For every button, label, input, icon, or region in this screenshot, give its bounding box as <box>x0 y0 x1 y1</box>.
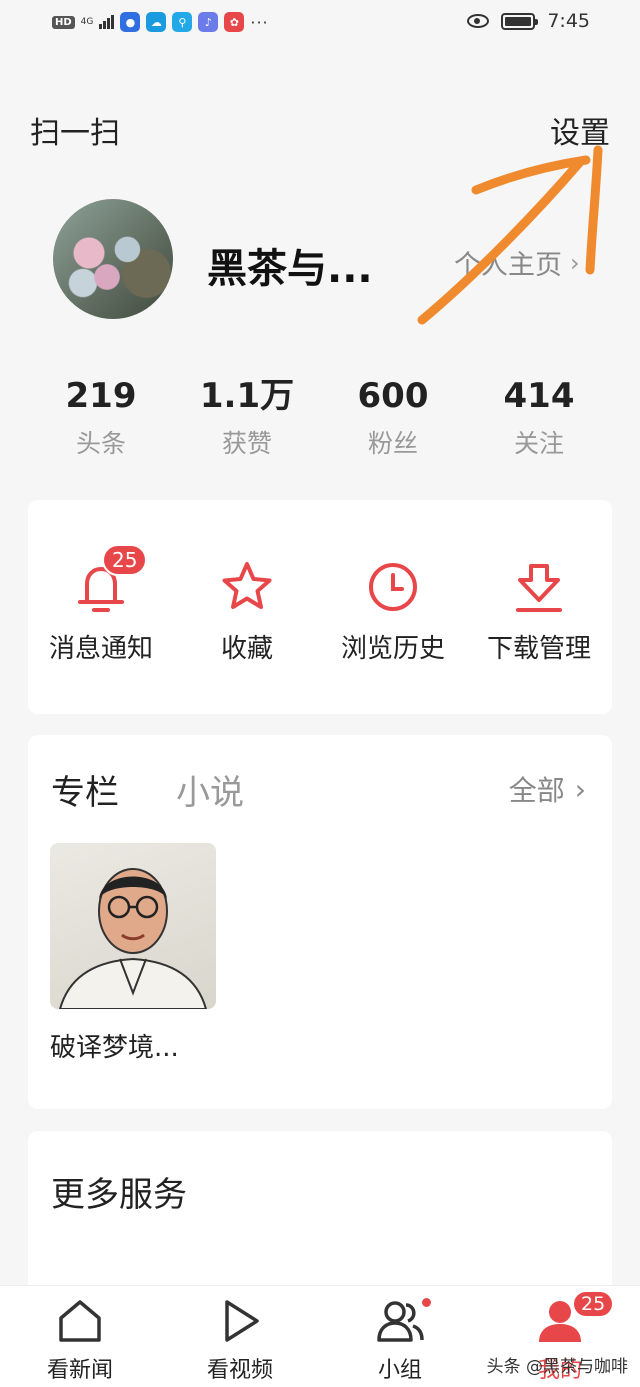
stat-label: 粉丝 <box>367 429 418 458</box>
stats-row: 219 头条 1.1万 获赞 600 粉丝 414 关注 <box>0 372 640 472</box>
watermark: 头条 @黑茶与咖啡 <box>486 1357 628 1377</box>
tool-label: 下载管理 <box>486 634 591 664</box>
huawei-app-icon: ✿ <box>224 12 245 32</box>
stat-likes[interactable]: 1.1万 获赞 <box>174 372 320 472</box>
tool-label: 消息通知 <box>48 634 153 664</box>
stat-fans[interactable]: 600 粉丝 <box>320 372 466 472</box>
weather-app-icon: ☁ <box>146 12 167 32</box>
book-cover[interactable] <box>50 843 216 1009</box>
stat-following[interactable]: 414 关注 <box>466 372 612 472</box>
more-services-title: 更多服务 <box>51 1175 187 1215</box>
play-icon <box>225 1300 259 1342</box>
tool-downloads[interactable]: 下载管理 <box>466 558 612 665</box>
column-card: 专栏 小说 全部 › 破译梦境... <box>28 735 612 1109</box>
tool-label: 收藏 <box>220 634 273 664</box>
group-red-dot <box>420 1296 433 1309</box>
home-icon <box>59 1300 101 1342</box>
stat-value: 219 <box>65 376 137 416</box>
nav-label: 小组 <box>377 1358 422 1383</box>
bulb-app-icon: ● <box>120 12 141 32</box>
annotation-arrow <box>417 145 603 325</box>
hd-indicator: HD <box>52 15 75 29</box>
stat-label: 关注 <box>513 429 564 458</box>
notification-badge: 25 <box>102 544 148 576</box>
tool-notifications[interactable]: 25 消息通知 <box>28 544 174 665</box>
avatar[interactable] <box>53 199 173 319</box>
nav-news[interactable]: 看新闻 <box>0 1286 160 1387</box>
stat-value: 600 <box>357 376 429 416</box>
tool-label: 浏览历史 <box>340 634 445 664</box>
nav-label: 看新闻 <box>46 1358 113 1383</box>
status-bar: HD 4G ● ☁ ⚲ ♪ ✿ ··· 7:45 <box>0 0 640 48</box>
network-type: 4G <box>80 16 94 27</box>
eye-comfort-icon <box>467 14 490 28</box>
tab-novel[interactable]: 小说 <box>176 765 244 814</box>
stat-label: 获赞 <box>221 429 272 458</box>
book-title[interactable]: 破译梦境... <box>50 1027 179 1064</box>
view-all-label: 全部 <box>508 774 565 807</box>
stat-value: 1.1万 <box>199 376 295 416</box>
search-app-icon: ⚲ <box>172 12 193 32</box>
tools-card: 25 消息通知 收藏 浏览历史 下载管理 <box>28 500 612 714</box>
group-icon <box>377 1301 424 1342</box>
stat-label: 头条 <box>75 429 126 458</box>
tab-column[interactable]: 专栏 <box>51 765 119 814</box>
portrait-illustration <box>58 868 208 1009</box>
tool-history[interactable]: 浏览历史 <box>320 558 466 665</box>
chevron-right-icon: › <box>574 772 586 806</box>
view-all-link[interactable]: 全部 › <box>509 769 586 809</box>
more-notifications: ··· <box>250 12 269 32</box>
battery-icon <box>501 12 539 30</box>
clock-icon <box>369 563 417 611</box>
nav-group[interactable]: 小组 <box>320 1286 480 1387</box>
signal-icon <box>99 15 115 29</box>
nav-label: 看视频 <box>206 1358 273 1383</box>
scan-button[interactable]: 扫一扫 <box>30 108 120 152</box>
nav-video[interactable]: 看视频 <box>160 1286 320 1387</box>
stat-articles[interactable]: 219 头条 <box>28 372 174 472</box>
star-icon <box>222 562 272 609</box>
mine-badge: 25 <box>572 1290 615 1318</box>
username[interactable]: 黑茶与... <box>207 236 373 294</box>
music-app-icon: ♪ <box>198 12 219 32</box>
more-services-card: 更多服务 <box>28 1131 612 1301</box>
download-icon <box>516 564 562 612</box>
stat-value: 414 <box>503 376 575 416</box>
clock-time: 7:45 <box>547 10 590 32</box>
tool-favorites[interactable]: 收藏 <box>174 558 320 665</box>
